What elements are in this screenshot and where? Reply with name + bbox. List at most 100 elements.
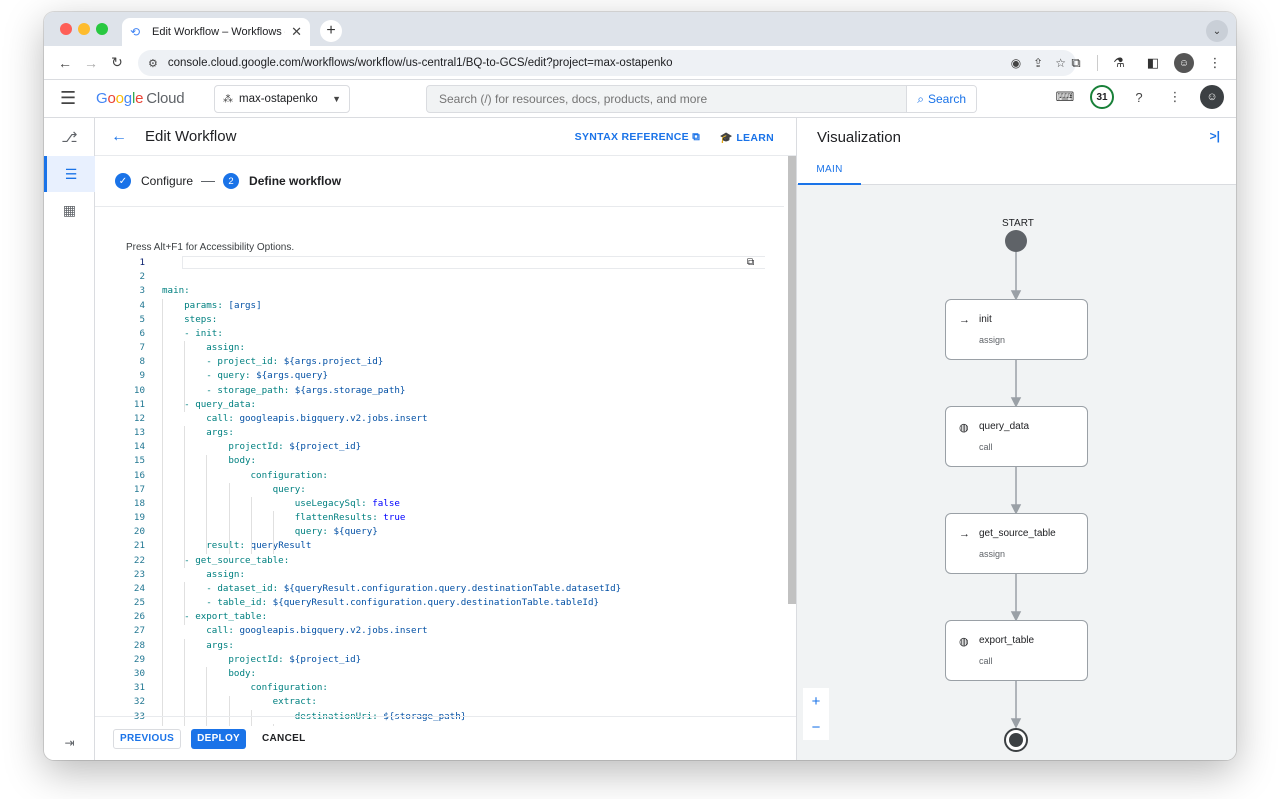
code-line[interactable]: 19 flattenResults: true <box>115 511 765 525</box>
search-button[interactable]: ⌕ Search <box>906 86 976 112</box>
new-tab-button[interactable]: + <box>320 20 342 42</box>
side-panel-icon[interactable]: ◧ <box>1140 50 1166 76</box>
line-number: 6 <box>139 327 145 339</box>
search-input[interactable] <box>427 86 907 112</box>
code-line[interactable]: 32 extract: <box>115 695 765 709</box>
code-line[interactable]: 31 configuration: <box>115 681 765 695</box>
code-line[interactable]: 29 projectId: ${project_id} <box>115 653 765 667</box>
code-line[interactable]: 24 - dataset_id: ${queryResult.configura… <box>115 582 765 596</box>
workflow-graph-canvas[interactable]: START → init assign ◍ query_data call → … <box>797 185 1236 760</box>
code-line[interactable]: 5 steps: <box>115 313 765 327</box>
google-cloud-logo[interactable]: Google Cloud <box>96 90 185 107</box>
zoom-out-button[interactable]: − <box>803 714 829 740</box>
workflows-product-icon[interactable]: ⎇ <box>44 118 95 156</box>
code-text: - project_id: ${args.project_id} <box>206 356 384 368</box>
editor-scrollbar[interactable] <box>788 156 796 604</box>
syntax-reference-link[interactable]: SYNTAX REFERENCE ⧉ <box>575 131 700 144</box>
code-line[interactable]: 11 - query_data: <box>115 398 765 412</box>
profile-avatar[interactable]: ☺ <box>1174 53 1194 73</box>
browser-tab-bar: ⟲ Edit Workflow – Workflows – m ✕ + ⌄ <box>44 12 1236 46</box>
url-text[interactable]: console.cloud.google.com/workflows/workf… <box>168 57 1011 69</box>
line-number: 2 <box>139 271 145 283</box>
project-picker[interactable]: ⁂ max-ostapenko ▼ <box>214 85 350 113</box>
code-text: configuration: <box>250 682 328 694</box>
reload-icon[interactable]: ↻ <box>104 50 130 76</box>
code-line[interactable]: 8 - project_id: ${args.project_id} <box>115 355 765 369</box>
zoom-in-button[interactable]: + <box>803 688 829 714</box>
cancel-button[interactable]: CANCEL <box>256 729 311 749</box>
menu-icon[interactable]: ☰ <box>60 88 84 109</box>
code-text: projectId: ${project_id} <box>228 653 362 665</box>
cloud-shell-icon[interactable]: ⌨ <box>1054 86 1076 108</box>
node-query-data[interactable]: ◍ query_data call <box>945 406 1088 467</box>
code-line[interactable]: 20 query: ${query} <box>115 525 765 539</box>
code-line[interactable]: 21 result: queryResult <box>115 539 765 553</box>
code-line[interactable]: 14 projectId: ${project_id} <box>115 440 765 454</box>
collapse-panel-icon[interactable]: >| <box>1210 129 1220 143</box>
code-line[interactable]: 3 main: <box>115 284 765 298</box>
labs-flask-icon[interactable]: ⚗ <box>1106 50 1132 76</box>
dashboard-icon[interactable]: ▦ <box>44 192 95 228</box>
code-line[interactable]: 26 - export_table: <box>115 610 765 624</box>
tab-close-icon[interactable]: ✕ <box>291 24 302 40</box>
code-editor[interactable]: ⧉ 1 2 3 main: 4 params: [args] 5 steps: 6 - ini… <box>115 256 765 726</box>
code-line[interactable]: 15 body: <box>115 454 765 468</box>
code-line[interactable]: 28 args: <box>115 639 765 653</box>
code-line[interactable]: 9 - query: ${args.query} <box>115 369 765 383</box>
maximize-window-button[interactable] <box>96 23 108 35</box>
deploy-button[interactable]: DEPLOY <box>191 728 247 749</box>
step-configure[interactable]: Configure <box>141 174 193 188</box>
eye-icon[interactable]: ◉ <box>1011 56 1021 70</box>
more-vert-icon[interactable]: ⋮ <box>1202 50 1228 76</box>
extensions-icon[interactable]: ⧉ <box>1063 50 1089 76</box>
notifications-badge[interactable]: 31 <box>1090 85 1114 109</box>
node-init[interactable]: → init assign <box>945 299 1088 360</box>
code-line[interactable]: 4 params: [args] <box>115 299 765 313</box>
code-line[interactable]: 23 assign: <box>115 568 765 582</box>
code-text: - storage_path: ${args.storage_path} <box>206 384 406 396</box>
node-export-table[interactable]: ◍ export_table call <box>945 620 1088 681</box>
workflows-list-icon[interactable]: ☰ <box>44 156 95 192</box>
line-number: 11 <box>133 398 145 410</box>
forward-icon[interactable]: → <box>78 50 104 76</box>
code-line[interactable]: 17 query: <box>115 483 765 497</box>
tab-search-chevron-icon[interactable]: ⌄ <box>1206 20 1228 42</box>
more-options-icon[interactable]: ⋮ <box>1164 86 1186 108</box>
code-line[interactable]: 22 - get_source_table: <box>115 554 765 568</box>
indent-guide <box>228 482 230 554</box>
previous-button[interactable]: PREVIOUS <box>113 728 182 749</box>
help-icon[interactable]: ? <box>1128 86 1150 108</box>
back-arrow-icon[interactable]: ← <box>111 128 127 146</box>
line-number: 24 <box>133 582 145 594</box>
code-line[interactable]: 1 <box>115 256 765 270</box>
address-bar[interactable]: ⚙ console.cloud.google.com/workflows/wor… <box>138 50 1076 76</box>
code-line[interactable]: 25 - table_id: ${queryResult.configurati… <box>115 596 765 610</box>
start-node[interactable] <box>1005 230 1027 252</box>
minimize-window-button[interactable] <box>78 23 90 35</box>
account-avatar[interactable]: ☺ <box>1200 85 1224 109</box>
step-define-workflow[interactable]: Define workflow <box>249 174 341 188</box>
edge-arrow <box>1010 397 1022 408</box>
back-icon[interactable]: ← <box>52 50 78 76</box>
site-info-icon[interactable]: ⚙ <box>148 57 158 70</box>
expand-nav-icon[interactable]: ⇥ <box>44 736 95 750</box>
browser-tab-active[interactable]: ⟲ Edit Workflow – Workflows – m ✕ <box>122 18 310 46</box>
node-get-source-table[interactable]: → get_source_table assign <box>945 513 1088 574</box>
code-line[interactable]: 7 assign: <box>115 341 765 355</box>
edge-arrow <box>1010 290 1022 301</box>
code-line[interactable]: 30 body: <box>115 667 765 681</box>
code-line[interactable]: 13 args: <box>115 426 765 440</box>
code-line[interactable]: 12 call: googleapis.bigquery.v2.jobs.ins… <box>115 412 765 426</box>
learn-link[interactable]: 🎓 LEARN <box>720 131 774 144</box>
code-line[interactable]: 6 - init: <box>115 327 765 341</box>
code-line[interactable]: 18 useLegacySql: false <box>115 497 765 511</box>
share-icon[interactable]: ⇪ <box>1033 56 1043 70</box>
code-line[interactable]: 2 <box>115 270 765 284</box>
close-window-button[interactable] <box>60 23 72 35</box>
code-line[interactable]: 10 - storage_path: ${args.storage_path} <box>115 384 765 398</box>
code-line[interactable]: 27 call: googleapis.bigquery.v2.jobs.ins… <box>115 624 765 638</box>
code-line[interactable]: 16 configuration: <box>115 469 765 483</box>
code-text: extract: <box>272 696 317 708</box>
accessibility-hint: Press Alt+F1 for Accessibility Options. <box>126 242 295 253</box>
tab-main[interactable]: MAIN <box>798 156 861 185</box>
